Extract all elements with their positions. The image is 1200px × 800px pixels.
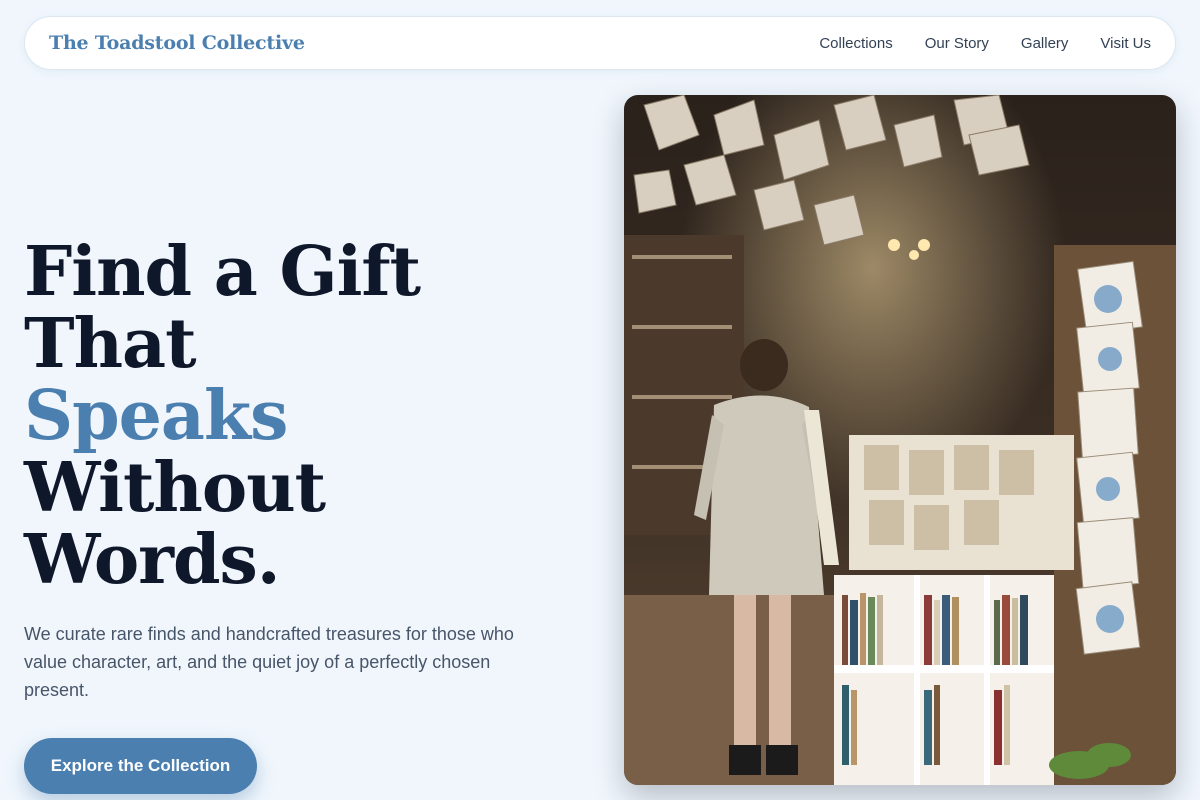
nav-link-gallery[interactable]: Gallery [1021, 35, 1069, 52]
headline-line-2-rest: Without [24, 448, 326, 528]
hero-headline: Find a Gift That Speaks Without Words. [24, 236, 584, 596]
site-header: The Toadstool Collective Collections Our… [24, 16, 1176, 70]
headline-line-1: Find a Gift That [24, 232, 421, 384]
explore-collection-button[interactable]: Explore the Collection [24, 738, 257, 794]
hero-subtext: We curate rare finds and handcrafted tre… [24, 624, 514, 700]
nav-link-collections[interactable]: Collections [819, 35, 892, 52]
hero-photo [624, 95, 1176, 785]
hero-section: Find a Gift That Speaks Without Words. W… [24, 236, 584, 794]
main-nav: Collections Our Story Gallery Visit Us [819, 35, 1151, 52]
brand-logo-text[interactable]: The Toadstool Collective [49, 32, 305, 54]
headline-accent-word: Speaks [24, 376, 288, 456]
bookshop-photo-illustration [624, 95, 1176, 785]
nav-link-visit-us[interactable]: Visit Us [1100, 35, 1151, 52]
headline-line-3: Words. [24, 520, 281, 600]
nav-link-our-story[interactable]: Our Story [925, 35, 989, 52]
